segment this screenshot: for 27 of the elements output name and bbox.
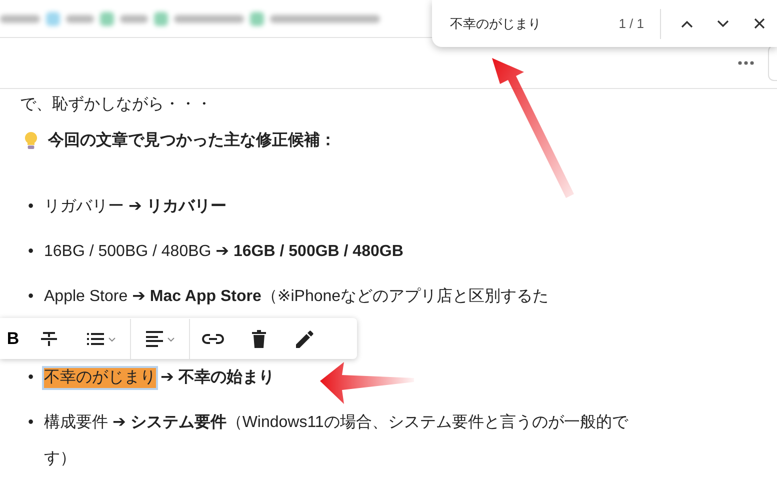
find-query[interactable]: 不幸のがじまり <box>450 14 619 32</box>
light-bulb-icon <box>24 132 38 150</box>
heading: 今回の文章で見つかった主な修正候補： <box>48 130 336 151</box>
bullet: • <box>28 242 35 262</box>
pencil-icon <box>296 330 314 348</box>
link-icon <box>202 332 224 344</box>
list-item: ➔ 不幸の始まり <box>160 369 274 386</box>
close-icon <box>754 18 764 29</box>
list-item: リガバリー ➔ リカバリー <box>44 197 228 217</box>
list-item: 16BG / 500BG / 480BG ➔ 16GB / 500GB / 480GB <box>44 242 404 262</box>
bullet: • <box>28 197 35 217</box>
align-left-icon <box>145 330 175 346</box>
search-match: 不幸のがじまり <box>44 368 156 388</box>
bullet: • <box>28 413 35 433</box>
list-item: Apple Store ➔ Mac App Store（※iPhoneなどのアプリ店と区別するた <box>44 286 550 307</box>
list-item: 構成要件 ➔ システム要件（Windows11の場合、システム要件と言うのが一般的です） <box>44 412 628 469</box>
strikethrough-icon <box>40 330 58 346</box>
more-icon[interactable] <box>738 61 754 65</box>
trash-icon <box>252 330 266 348</box>
bold-button[interactable]: B <box>0 320 26 356</box>
chevron-up-icon <box>681 20 693 28</box>
list-icon <box>86 332 116 346</box>
chevron-down-icon <box>717 20 729 28</box>
match-count: 1 / 1 <box>618 16 644 31</box>
paragraph: で、恥ずかしながら・・・ <box>20 94 213 115</box>
bullet: • <box>28 368 35 388</box>
bullet: • <box>28 287 35 307</box>
